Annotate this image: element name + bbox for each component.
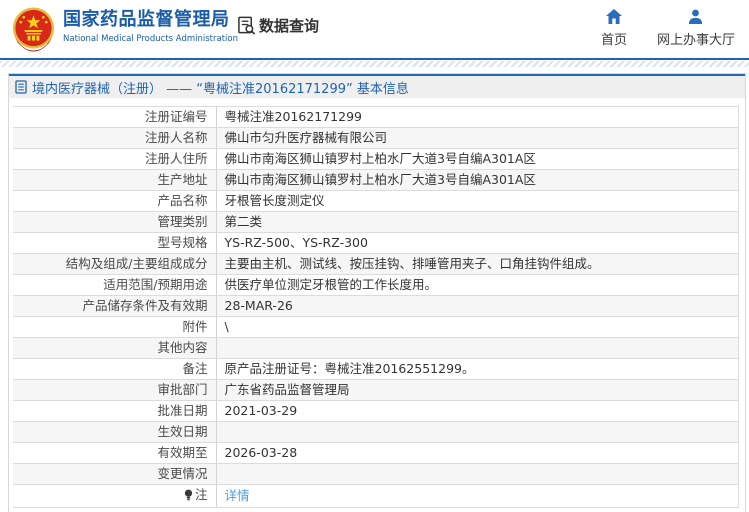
nav-home[interactable]: 首页: [601, 9, 627, 48]
row-label: 批准日期: [13, 400, 217, 422]
details-link[interactable]: 详情: [225, 488, 250, 503]
table-row: 注册人名称 佛山市匀升医疗器械有限公司: [13, 127, 739, 149]
table-row: 审批部门 广东省药品监督管理局: [13, 379, 739, 401]
site-header: 国家药品监督管理局 National Medical Products Admi…: [0, 0, 749, 58]
registration-detail-table: 注册证编号 粤械注准20162171299 注册人名称 佛山市匀升医疗器械有限公…: [13, 106, 739, 508]
row-label: 管理类别: [13, 211, 217, 233]
row-value: 主要由主机、测试线、按压挂钩、排唾管用夹子、口角挂钩件组成。: [216, 253, 739, 275]
row-label: 注册人住所: [13, 148, 217, 170]
document-icon: [15, 80, 27, 94]
row-label: 生效日期: [13, 421, 217, 443]
table-row: 注册证编号 粤械注准20162171299: [13, 106, 739, 128]
row-value: 2021-03-29: [216, 400, 739, 422]
row-label: 审批部门: [13, 379, 217, 401]
row-label: 注册人名称: [13, 127, 217, 149]
table-row: 其他内容: [13, 337, 739, 359]
content-panel: 境内医疗器械（注册） —— “粤械注准20162171299” 基本信息 注册证…: [8, 73, 746, 512]
row-label: 附件: [13, 316, 217, 338]
row-label: 变更情况: [13, 463, 217, 485]
nav-online-hall[interactable]: 网上办事大厅: [657, 9, 735, 48]
row-value: [216, 421, 739, 443]
row-value: 佛山市南海区狮山镇罗村上柏水厂大道3号自编A301A区: [216, 148, 739, 170]
row-value: 2026-03-28: [216, 442, 739, 464]
agency-name: 国家药品监督管理局: [63, 9, 230, 30]
header-divider-line: [0, 58, 749, 60]
data-query-label: 数据查询: [259, 17, 320, 35]
row-label: 结构及组成/主要组成成分: [13, 253, 217, 275]
table-row: 备注 原产品注册证号：粤械注准20162551299。: [13, 358, 739, 380]
detail-table-wrap: 注册证编号 粤械注准20162171299 注册人名称 佛山市匀升医疗器械有限公…: [9, 98, 745, 508]
row-value: 原产品注册证号：粤械注准20162551299。: [216, 358, 739, 380]
row-value: 佛山市匀升医疗器械有限公司: [216, 127, 739, 149]
row-label: 产品名称: [13, 190, 217, 212]
row-label: 生产地址: [13, 169, 217, 191]
row-label: 有效期至: [13, 442, 217, 464]
home-icon: [605, 9, 622, 24]
decorative-hatch-strip: [0, 61, 749, 67]
china-emblem-icon: [12, 7, 55, 52]
row-value: [216, 463, 739, 485]
nav-hall-label: 网上办事大厅: [656, 33, 735, 48]
agency-name-en: National Medical Products Administration: [63, 34, 238, 44]
row-label: 注: [13, 484, 217, 508]
table-row-note: 注 详情: [13, 484, 739, 508]
row-value: \: [216, 316, 739, 338]
row-value: [216, 337, 739, 359]
row-value: 广东省药品监督管理局: [216, 379, 739, 401]
agency-title-block[interactable]: 国家药品监督管理局 National Medical Products Admi…: [63, 9, 238, 44]
row-value: 供医疗单位测定牙根管的工作长度用。: [216, 274, 739, 296]
table-row: 变更情况: [13, 463, 739, 485]
table-row: 型号规格 YS-RZ-500、YS-RZ-300: [13, 232, 739, 254]
table-row: 产品名称 牙根管长度测定仪: [13, 190, 739, 212]
header-nav: 首页 网上办事大厅: [601, 9, 735, 48]
row-value: 佛山市南海区狮山镇罗村上柏水厂大道3号自编A301A区: [216, 169, 739, 191]
row-value: 28-MAR-26: [216, 295, 739, 317]
table-row: 批准日期 2021-03-29: [13, 400, 739, 422]
row-label: 产品储存条件及有效期: [13, 295, 217, 317]
bulb-icon: [184, 489, 193, 501]
table-row: 附件 \: [13, 316, 739, 338]
table-row: 适用范围/预期用途 供医疗单位测定牙根管的工作长度用。: [13, 274, 739, 296]
row-label: 适用范围/预期用途: [13, 274, 217, 296]
nav-home-label: 首页: [600, 33, 627, 48]
row-label: 型号规格: [13, 232, 217, 254]
row-label: 备注: [13, 358, 217, 380]
doc-search-icon: [238, 16, 256, 35]
table-row: 生效日期: [13, 421, 739, 443]
row-value: 详情: [216, 484, 739, 508]
table-row: 产品储存条件及有效期 28-MAR-26: [13, 295, 739, 317]
section-title-bar: 境内医疗器械（注册） —— “粤械注准20162171299” 基本信息: [9, 74, 745, 98]
table-row: 管理类别 第二类: [13, 211, 739, 233]
table-row: 生产地址 佛山市南海区狮山镇罗村上柏水厂大道3号自编A301A区: [13, 169, 739, 191]
row-value: 粤械注准20162171299: [216, 106, 739, 128]
national-emblem-logo[interactable]: [10, 5, 57, 53]
row-label: 其他内容: [13, 337, 217, 359]
table-row: 结构及组成/主要组成成分 主要由主机、测试线、按压挂钩、排唾管用夹子、口角挂钩件…: [13, 253, 739, 275]
row-value: YS-RZ-500、YS-RZ-300: [216, 232, 739, 254]
data-query-button[interactable]: 数据查询: [237, 15, 319, 36]
table-row: 注册人住所 佛山市南海区狮山镇罗村上柏水厂大道3号自编A301A区: [13, 148, 739, 170]
user-icon: [689, 9, 703, 24]
row-label: 注册证编号: [13, 106, 217, 128]
page-title: 境内医疗器械（注册） —— “粤械注准20162171299” 基本信息: [32, 81, 409, 97]
note-label-text: 注: [194, 487, 208, 502]
row-value: 牙根管长度测定仪: [216, 190, 739, 212]
row-value: 第二类: [216, 211, 739, 233]
table-row: 有效期至 2026-03-28: [13, 442, 739, 464]
